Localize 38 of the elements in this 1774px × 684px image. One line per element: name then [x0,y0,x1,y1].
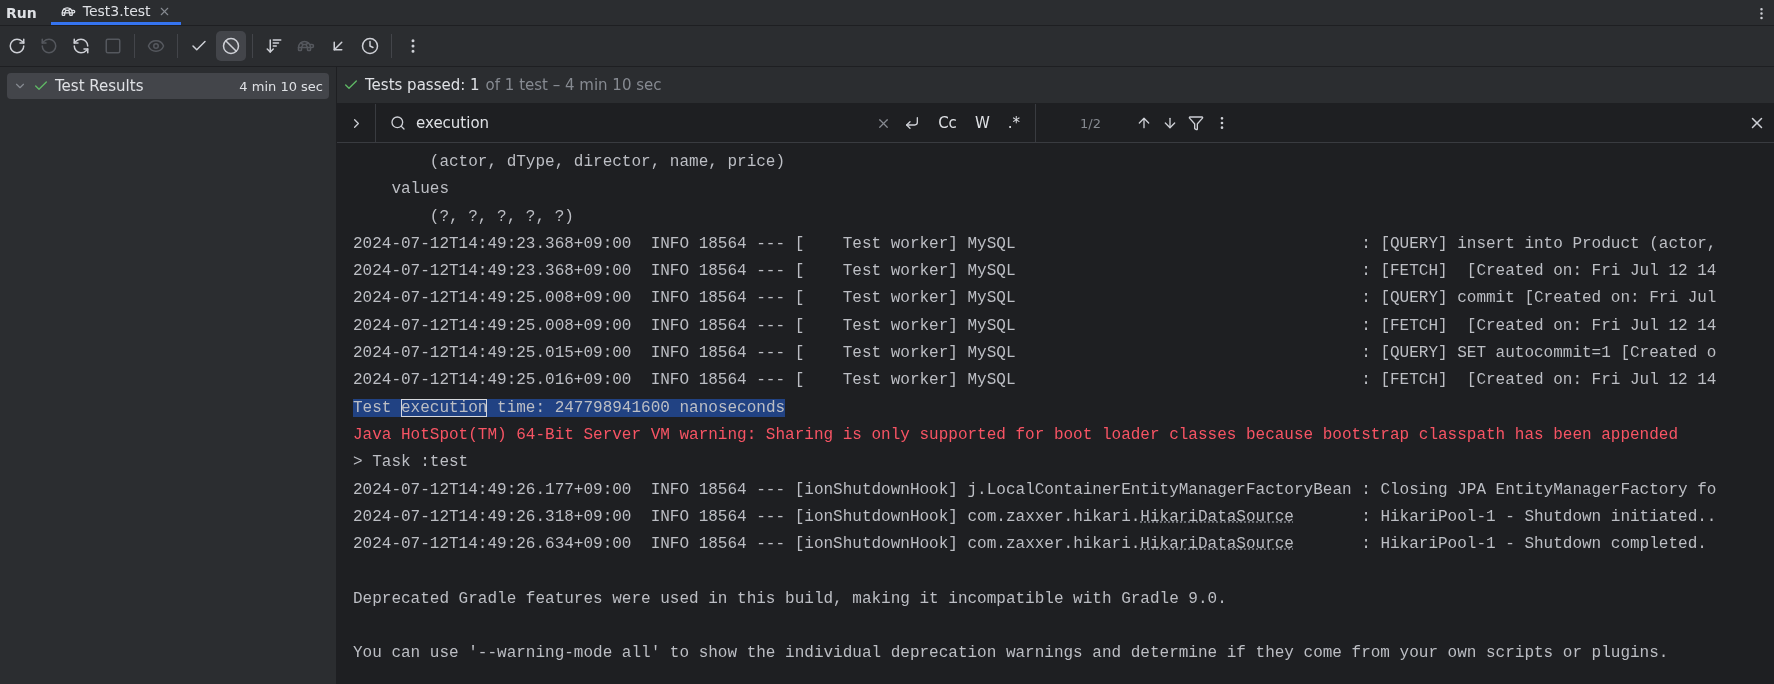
search-field[interactable]: execution Cc W .* [376,104,1036,142]
tree-label: Test Results [55,77,144,95]
console-text: Deprecated Gradle features were used in this build, making it incompatible with Gradle 9.0. [353,589,1227,608]
ban-icon[interactable] [222,37,240,55]
test-detail: of 1 test – 4 min 10 sec [485,76,662,94]
test-status: Tests passed: 1 [365,76,480,94]
warning-text: Java HotSpot(TM) 64-Bit Server VM warning: Sharing is only supported for boot loader classes because bootstrap classpath has been appended [353,425,1678,444]
search-icon [390,115,406,131]
match-count: 1/2 [1080,115,1101,131]
console-text: (?, ?, ?, ?, ?) [428,207,574,226]
log-line: 2024-07-12T14:49:25.008+09:00 INFO 18564 --- [ Test worker] MySQL : [FETCH] [Created on: Fri Jul 12 14 [353,316,1717,335]
newline-icon[interactable] [904,115,921,131]
duration: 4 min 10 sec [239,78,323,94]
clock-icon[interactable] [361,37,379,55]
search-option[interactable]: W [969,112,995,134]
panel-title: Run [5,3,38,23]
log-line: 2024-07-12T14:49:26.318+09:00 INFO 18564 --- [ionShutdownHook] com.zaxxer.hikari.HikariDataSource : HikariPool-1 - Shutdown initiated.. [353,507,1717,526]
tree-item[interactable]: Test Results 4 min 10 sec [7,73,329,99]
log-line: 2024-07-12T14:49:25.016+09:00 INFO 18564 --- [ Test worker] MySQL : [FETCH] [Created on: Fri Jul 12 14 [353,371,1717,390]
console-text: You can use '--warning-mode all' to show the individual deprecation warnings and determine if they come from your own scripts or plugins. [353,644,1669,663]
log-line: 2024-07-12T14:49:25.015+09:00 INFO 18564 --- [ Test worker] MySQL : [QUERY] SET autocommit=1 [Created o [353,344,1717,363]
class-link[interactable]: HikariDataSource [1140,507,1294,526]
log-line: 2024-07-12T14:49:25.008+09:00 INFO 18564 --- [ Test worker] MySQL : [QUERY] commit [Created on: Fri Jul [353,289,1717,308]
search-option[interactable]: .* [1002,112,1025,134]
console-text: (actor, dType, director, name, price) [428,153,786,171]
filter-icon[interactable] [1187,115,1204,131]
refresh-icon[interactable] [72,37,90,55]
log-line: 2024-07-12T14:49:23.368+09:00 INFO 18564 --- [ Test worker] MySQL : [QUERY] insert into Product (actor, [353,234,1717,253]
sort-icon[interactable] [265,37,283,55]
log-line: 2024-07-12T14:49:26.177+09:00 INFO 18564 --- [ionShutdownHook] j.LocalContainerEntityManagerFactoryBean : Closing JPA EntityManagerFactory fo [353,480,1717,499]
console-text: values [390,180,449,199]
class-link[interactable]: HikariDataSource [1140,535,1294,554]
console-text: > Task :test [353,453,469,472]
search-option[interactable]: Cc [933,112,962,134]
log-line: 2024-07-12T14:49:23.368+09:00 INFO 18564 --- [ Test worker] MySQL : [FETCH] [Created on: Fri Jul 12 14 [353,262,1717,281]
selected-text: Test execution time: 247798941600 nanoseconds [353,398,786,417]
search-match: execution [401,398,488,417]
log-line: 2024-07-12T14:49:26.634+09:00 INFO 18564 --- [ionShutdownHook] com.zaxxer.hikari.HikariDataSource : HikariPool-1 - Shutdown completed. [353,535,1707,554]
